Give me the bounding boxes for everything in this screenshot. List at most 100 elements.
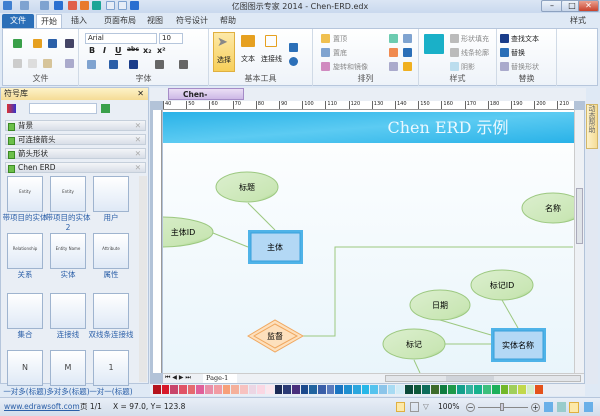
dynamic-help-tab[interactable]: 动态帮助	[586, 104, 598, 149]
cut-icon[interactable]	[13, 59, 22, 68]
color-swatch[interactable]	[213, 385, 222, 394]
shape-tile[interactable]: Entity	[7, 176, 43, 212]
color-swatch[interactable]	[344, 385, 352, 394]
close-button[interactable]: ✕	[578, 0, 599, 12]
attribute-tag[interactable]: 标记	[382, 328, 446, 360]
color-swatch[interactable]	[404, 385, 413, 394]
category-background[interactable]: 背景 ✕	[5, 120, 146, 131]
color-swatch[interactable]	[318, 385, 326, 394]
format-painter-icon[interactable]	[65, 59, 74, 68]
quick-style-icon[interactable]	[424, 34, 444, 54]
shape-tile[interactable]: Entity Name	[50, 233, 86, 269]
zoom-out-button[interactable]: −	[466, 403, 475, 412]
bring-front-label[interactable]: 置顶	[333, 34, 347, 44]
fullscreen-icon[interactable]	[584, 402, 593, 412]
attribute-date[interactable]: 日期	[409, 289, 471, 321]
color-swatch[interactable]	[179, 385, 187, 394]
connector-label[interactable]: 连接线	[261, 54, 282, 64]
connector-icon[interactable]	[265, 35, 277, 47]
zoom-slider-thumb[interactable]	[500, 403, 504, 411]
hscroll-thumb[interactable]	[446, 376, 494, 381]
line-icon[interactable]	[450, 48, 459, 57]
color-swatch[interactable]	[231, 385, 239, 394]
normal-view-icon[interactable]	[396, 402, 405, 412]
font-name-select[interactable]: Arial	[85, 33, 157, 44]
color-swatch[interactable]	[431, 385, 439, 394]
font-size-select[interactable]: 10	[159, 33, 183, 44]
color-swatch[interactable]	[370, 385, 378, 394]
shape-tile[interactable]: Relationship	[7, 233, 43, 269]
color-swatch[interactable]	[517, 385, 526, 394]
bold-button[interactable]: B	[89, 46, 95, 55]
replace-shape-label[interactable]: 替换形状	[511, 62, 539, 72]
print-icon[interactable]	[65, 39, 74, 48]
color-swatch[interactable]	[153, 385, 161, 394]
fit-page-icon[interactable]	[544, 402, 553, 412]
page-nav-buttons[interactable]: ⏮ ◀ ▶ ⏭	[165, 374, 191, 382]
library-icon[interactable]	[7, 104, 16, 113]
color-swatch[interactable]	[187, 385, 196, 394]
select-button[interactable]: ➤ 选择	[213, 32, 235, 72]
rotate-icon[interactable]	[321, 62, 330, 71]
tab-view[interactable]: 视图	[143, 14, 167, 28]
vertical-scrollbar[interactable]	[574, 110, 584, 373]
shadow-label[interactable]: 阴影	[461, 62, 475, 72]
rotate-label[interactable]: 旋转和镜像	[333, 62, 368, 72]
color-swatch[interactable]	[326, 385, 335, 394]
zoom-tool-icon[interactable]	[557, 402, 566, 412]
website-link[interactable]: www.edrawsoft.com	[4, 398, 80, 416]
color-swatch[interactable]	[300, 385, 309, 394]
italic-button[interactable]: I	[103, 46, 106, 55]
subscript-button[interactable]: x₂	[143, 46, 152, 55]
horizontal-scrollbar[interactable]	[385, 375, 581, 382]
color-swatch[interactable]	[196, 385, 205, 394]
diagram-canvas[interactable]: Chen ERD 示例 标题 主体ID 名称 日期 标记ID 标记 主体 实体名…	[163, 110, 574, 373]
copy-icon[interactable]	[28, 59, 37, 68]
color-swatch[interactable]	[448, 385, 457, 394]
shape-tile[interactable]: Attribute	[93, 233, 129, 269]
superscript-button[interactable]: x²	[157, 46, 166, 55]
style-menu[interactable]: 样式	[560, 14, 596, 28]
highlight-icon[interactable]	[109, 60, 118, 69]
color-swatch[interactable]	[509, 385, 517, 394]
text-tool-icon[interactable]	[241, 35, 255, 47]
page-view-icon[interactable]	[410, 402, 419, 412]
color-swatch[interactable]	[248, 385, 257, 394]
color-swatch[interactable]	[526, 385, 535, 394]
grid-toggle-icon[interactable]	[569, 402, 579, 413]
shape-tile[interactable]: M	[50, 350, 86, 386]
shape-tile[interactable]	[93, 176, 129, 212]
color-swatch[interactable]	[239, 385, 248, 394]
group-icon[interactable]	[389, 34, 398, 43]
tab-help[interactable]: 帮助	[216, 14, 240, 28]
color-swatch[interactable]	[413, 385, 422, 394]
open-icon[interactable]	[33, 39, 42, 48]
attribute-title[interactable]: 标题	[215, 171, 279, 203]
align-shapes-icon[interactable]	[389, 48, 398, 57]
presentation-icon[interactable]: ▽	[423, 402, 432, 412]
new-icon[interactable]	[13, 39, 22, 48]
entity-subject[interactable]: 主体	[248, 230, 303, 264]
color-swatch[interactable]	[361, 385, 370, 394]
replace-shape-icon[interactable]	[500, 62, 509, 71]
replace-icon[interactable]	[500, 48, 509, 57]
color-swatch[interactable]	[205, 385, 213, 394]
shape-tile[interactable]	[50, 293, 86, 329]
find-icon[interactable]	[500, 34, 509, 43]
strikethrough-button[interactable]: abc	[127, 46, 139, 53]
bring-front-icon[interactable]	[321, 34, 330, 43]
color-swatch[interactable]	[265, 385, 274, 394]
line-outline-label[interactable]: 线条轮廓	[461, 48, 489, 58]
library-scrollbar[interactable]	[139, 176, 147, 382]
line-spacing-icon[interactable]	[87, 60, 96, 69]
page-tab[interactable]: Page-1	[203, 374, 237, 383]
color-swatch[interactable]	[465, 385, 474, 394]
shape-tile[interactable]	[7, 293, 43, 329]
center-icon[interactable]	[403, 48, 412, 57]
vscroll-thumb[interactable]	[576, 188, 583, 244]
color-swatch[interactable]	[500, 385, 509, 394]
shape-tile[interactable]: N	[7, 350, 43, 386]
replace-label[interactable]: 替换	[511, 48, 525, 58]
color-swatch[interactable]	[378, 385, 387, 394]
color-swatch[interactable]	[491, 385, 500, 394]
